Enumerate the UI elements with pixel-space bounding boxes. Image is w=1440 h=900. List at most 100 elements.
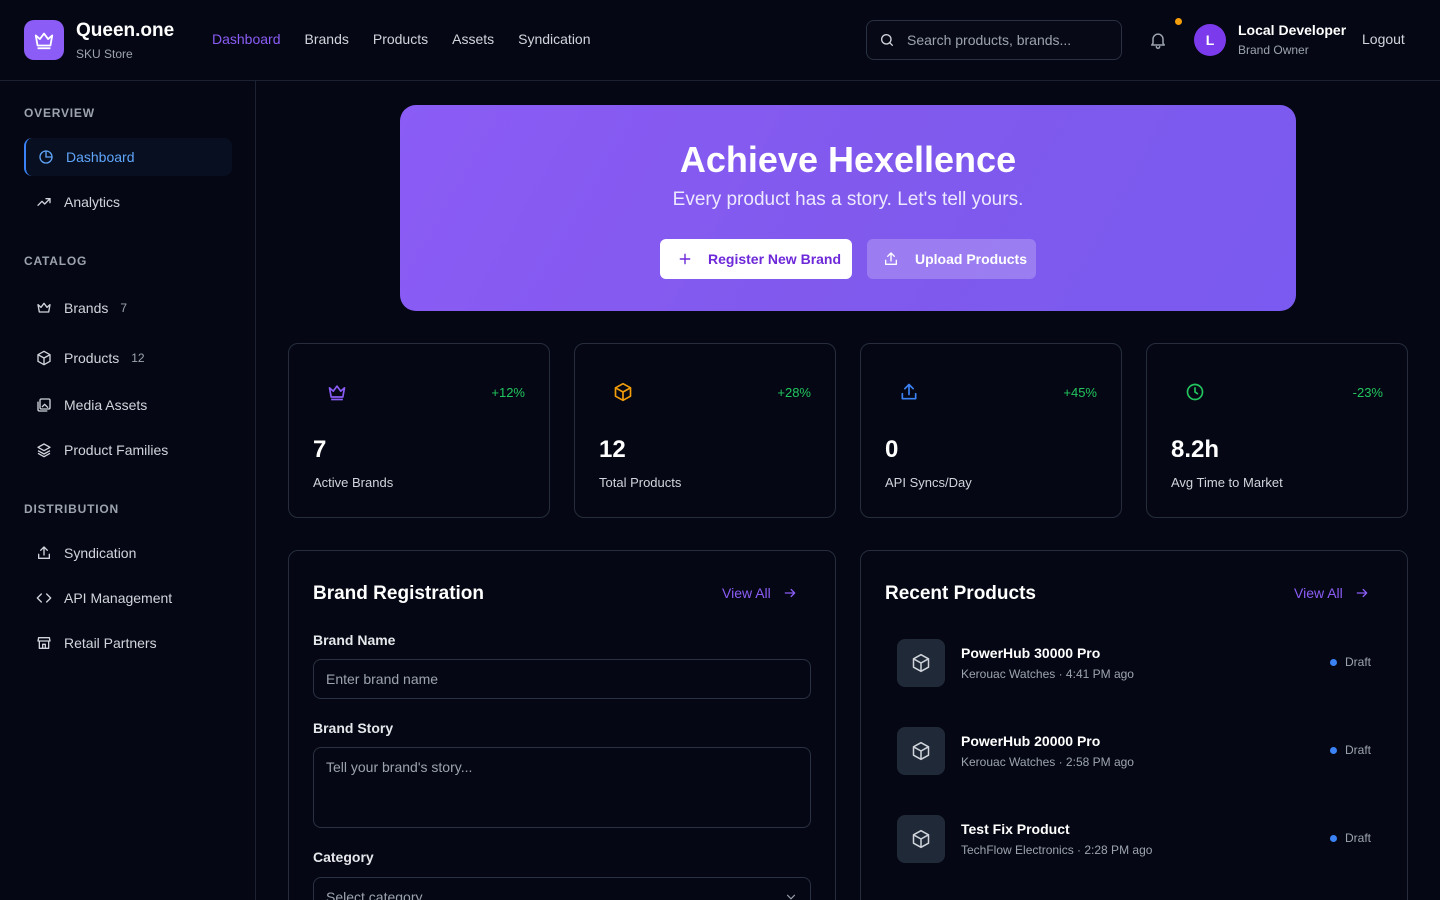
status-dot xyxy=(1329,658,1337,666)
upload-products-button[interactable]: Upload Products xyxy=(867,239,1036,279)
sidebar-item-media-assets[interactable]: Media Assets xyxy=(24,386,232,424)
crown-icon xyxy=(34,32,54,50)
product-meta: Kerouac Watches · 4:41 PM ago xyxy=(961,667,1134,681)
category-label: Category xyxy=(313,849,374,865)
sidebar-item-api-management[interactable]: API Management xyxy=(24,579,232,617)
brand-registration-panel: Brand Registration View All Brand Name B… xyxy=(288,550,836,900)
product-thumbnail xyxy=(897,639,945,687)
upload-icon xyxy=(885,252,897,265)
code-icon xyxy=(36,590,52,606)
sidebar-item-label: API Management xyxy=(64,590,173,606)
sidebar-item-label: Retail Partners xyxy=(64,635,157,651)
trending-up-icon xyxy=(36,194,52,210)
stat-label: Active Brands xyxy=(313,475,394,490)
sidebar-item-retail-partners[interactable]: Retail Partners xyxy=(24,624,232,662)
product-name: PowerHub 30000 Pro xyxy=(961,645,1101,661)
status-badge: Draft xyxy=(1329,655,1371,669)
count-badge: 12 xyxy=(131,351,145,365)
app-name: Queen.one xyxy=(76,20,175,41)
brand-name-field[interactable] xyxy=(313,659,811,699)
list-item[interactable]: PowerHub 20000 Pro Kerouac Watches · 2:5… xyxy=(897,727,1371,775)
sidebar-item-label: Dashboard xyxy=(66,149,135,165)
sidebar-section-overview: OVERVIEW xyxy=(24,106,95,120)
recent-products-panel: Recent Products View All PowerHub 30000 … xyxy=(860,550,1408,900)
register-brand-label: Register New Brand xyxy=(708,251,842,267)
view-all-label: View All xyxy=(722,585,771,601)
user-role: Brand Owner xyxy=(1238,43,1309,57)
upload-icon xyxy=(901,383,917,400)
product-name: PowerHub 20000 Pro xyxy=(961,733,1101,749)
register-brand-button[interactable]: Register New Brand xyxy=(660,239,852,279)
plus-icon xyxy=(679,253,691,265)
logout-button[interactable]: Logout xyxy=(1362,31,1405,47)
sidebar-item-dashboard[interactable]: Dashboard xyxy=(24,138,232,176)
stat-label: Avg Time to Market xyxy=(1171,475,1283,490)
app-subtitle: SKU Store xyxy=(76,47,133,61)
nav-syndication[interactable]: Syndication xyxy=(518,31,590,47)
upload-products-label: Upload Products xyxy=(915,251,1028,267)
top-nav: Dashboard Brands Products Assets Syndica… xyxy=(212,31,591,47)
sidebar-item-label: Analytics xyxy=(64,194,121,210)
list-item[interactable]: PowerHub 30000 Pro Kerouac Watches · 4:4… xyxy=(897,639,1371,687)
brand-story-field[interactable] xyxy=(313,747,811,828)
view-all-label: View All xyxy=(1294,585,1343,601)
brand-name-label: Brand Name xyxy=(313,632,396,648)
arrow-right-icon xyxy=(1356,588,1368,598)
brand-story-label: Brand Story xyxy=(313,720,394,736)
panel-title: Brand Registration xyxy=(313,583,485,604)
layers-icon xyxy=(36,442,52,458)
view-all-products-link[interactable]: View All xyxy=(1294,585,1369,601)
upload-icon xyxy=(36,545,52,561)
stat-change: -23% xyxy=(1352,385,1383,400)
sidebar-item-label: Products xyxy=(64,350,120,366)
sidebar: OVERVIEW Dashboard Analytics CATALOG Bra… xyxy=(0,81,256,900)
status-label: Draft xyxy=(1344,655,1371,669)
stat-card-active-brands: +12% 7 Active Brands xyxy=(288,343,550,518)
nav-brands[interactable]: Brands xyxy=(305,31,349,47)
search-input[interactable] xyxy=(907,32,1107,48)
store-icon xyxy=(36,635,52,651)
status-label: Draft xyxy=(1344,743,1371,757)
package-icon xyxy=(912,653,930,673)
arrow-right-icon xyxy=(784,588,796,598)
sidebar-item-products[interactable]: Products 12 xyxy=(24,339,232,377)
sidebar-item-label: Syndication xyxy=(64,545,137,561)
package-icon xyxy=(614,382,632,402)
chevron-down-icon xyxy=(786,894,796,900)
stat-card-api-syncs: +45% 0 API Syncs/Day xyxy=(860,343,1122,518)
status-label: Draft xyxy=(1344,831,1371,845)
product-thumbnail xyxy=(897,815,945,863)
search-box xyxy=(866,20,1122,60)
category-placeholder: Select category... xyxy=(326,889,434,900)
sidebar-item-syndication[interactable]: Syndication xyxy=(24,534,232,572)
view-all-brands-link[interactable]: View All xyxy=(722,585,797,601)
sidebar-item-product-families[interactable]: Product Families xyxy=(24,431,232,469)
nav-products[interactable]: Products xyxy=(373,31,428,47)
bell-icon[interactable] xyxy=(1148,30,1168,50)
sidebar-item-analytics[interactable]: Analytics xyxy=(24,183,232,221)
hero-title: Achieve Hexellence xyxy=(679,139,1017,180)
hero-banner: Achieve Hexellence Every product has a s… xyxy=(400,105,1296,311)
logo-badge[interactable] xyxy=(24,20,64,60)
category-select[interactable]: Select category... xyxy=(313,877,811,900)
stat-value: 12 xyxy=(599,436,626,463)
sidebar-section-distribution: DISTRIBUTION xyxy=(24,502,119,516)
sidebar-item-label: Brands xyxy=(64,300,109,316)
package-icon xyxy=(912,829,930,849)
avatar[interactable]: L xyxy=(1194,24,1226,56)
stat-card-total-products: +28% 12 Total Products xyxy=(574,343,836,518)
list-item[interactable]: Test Fix Product TechFlow Electronics · … xyxy=(897,815,1371,863)
stat-card-time-to-market: -23% 8.2h Avg Time to Market xyxy=(1146,343,1408,518)
images-icon xyxy=(36,397,52,413)
nav-assets[interactable]: Assets xyxy=(452,31,494,47)
product-meta: Kerouac Watches · 2:58 PM ago xyxy=(961,755,1134,769)
crown-icon xyxy=(328,385,346,401)
package-icon xyxy=(912,741,930,761)
sidebar-item-brands[interactable]: Brands 7 xyxy=(24,289,232,327)
pie-chart-icon xyxy=(38,149,54,165)
stat-change: +12% xyxy=(491,385,525,400)
nav-dashboard[interactable]: Dashboard xyxy=(212,31,281,47)
stat-value: 0 xyxy=(885,436,899,463)
clock-icon xyxy=(1186,383,1204,401)
user-name: Local Developer xyxy=(1238,22,1347,38)
